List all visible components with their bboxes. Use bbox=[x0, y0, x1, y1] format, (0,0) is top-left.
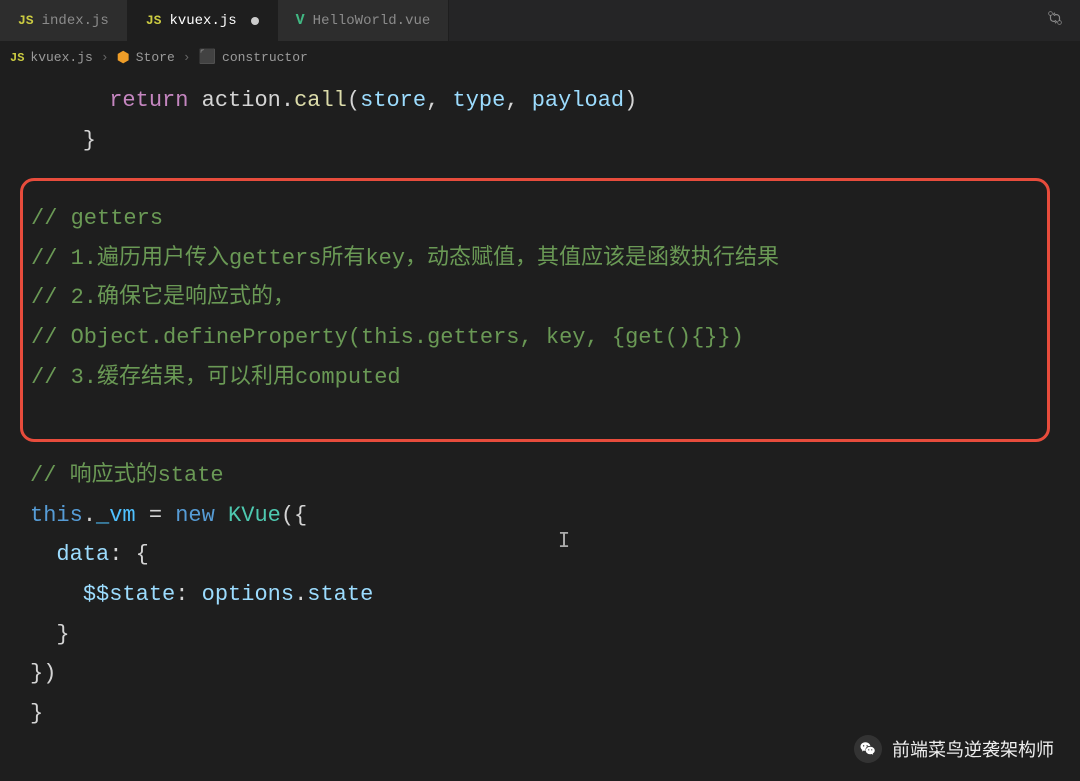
watermark: 前端菜鸟逆袭架构师 bbox=[854, 735, 1054, 763]
code-line: this._vm = new KVue({ bbox=[30, 496, 1050, 536]
chevron-right-icon: › bbox=[181, 50, 193, 65]
text-cursor-icon: 𝙸 bbox=[558, 525, 570, 561]
code-line: $$state: options.state bbox=[30, 575, 1050, 615]
code-line: return action.call(store, type, payload) bbox=[30, 81, 1050, 121]
code-comment: // 1.遍历用户传入getters所有key，动态赋值，其值应该是函数执行结果 bbox=[31, 239, 1037, 279]
js-file-icon: JS bbox=[146, 13, 162, 28]
code-comment: // 2.确保它是响应式的， bbox=[31, 278, 1037, 318]
tab-label: HelloWorld.vue bbox=[313, 13, 431, 29]
code-line: } bbox=[30, 615, 1050, 655]
tab-label: kvuex.js bbox=[169, 13, 236, 29]
chevron-right-icon: › bbox=[99, 50, 111, 65]
tab-kvuex-js[interactable]: JS kvuex.js bbox=[128, 0, 278, 41]
tab-label: index.js bbox=[42, 13, 109, 29]
method-icon: ⬛ bbox=[199, 49, 216, 66]
code-line: } bbox=[30, 694, 1050, 734]
breadcrumb-method[interactable]: constructor bbox=[222, 50, 308, 65]
code-comment: // Object.defineProperty(this.getters, k… bbox=[31, 318, 1037, 358]
breadcrumb-class[interactable]: Store bbox=[136, 50, 175, 65]
code-line: } bbox=[30, 121, 1050, 161]
js-file-icon: JS bbox=[10, 51, 24, 65]
code-comment: // 响应式的state bbox=[30, 456, 1050, 496]
breadcrumb-file[interactable]: kvuex.js bbox=[30, 50, 92, 65]
code-line: data: { bbox=[30, 535, 1050, 575]
tab-index-js[interactable]: JS index.js bbox=[0, 0, 128, 41]
code-comment: // getters bbox=[31, 199, 1037, 239]
watermark-text: 前端菜鸟逆袭架构师 bbox=[892, 736, 1054, 762]
code-comment: // 3.缓存结果，可以利用computed bbox=[31, 358, 1037, 398]
code-line: }) bbox=[30, 654, 1050, 694]
breadcrumb[interactable]: JS kvuex.js › ⬢ Store › ⬛ constructor bbox=[0, 42, 1080, 73]
vue-file-icon: V bbox=[296, 12, 305, 29]
js-file-icon: JS bbox=[18, 13, 34, 28]
tab-bar: JS index.js JS kvuex.js V HelloWorld.vue bbox=[0, 0, 1080, 42]
tab-bar-actions bbox=[1046, 0, 1080, 41]
highlight-annotation: // getters // 1.遍历用户传入getters所有key，动态赋值，… bbox=[20, 178, 1050, 442]
git-compare-icon[interactable] bbox=[1046, 9, 1064, 32]
modified-indicator-icon bbox=[251, 17, 259, 25]
code-editor[interactable]: return action.call(store, type, payload)… bbox=[0, 73, 1080, 741]
wechat-icon bbox=[854, 735, 882, 763]
class-icon: ⬢ bbox=[117, 48, 130, 67]
tab-helloworld-vue[interactable]: V HelloWorld.vue bbox=[278, 0, 450, 41]
